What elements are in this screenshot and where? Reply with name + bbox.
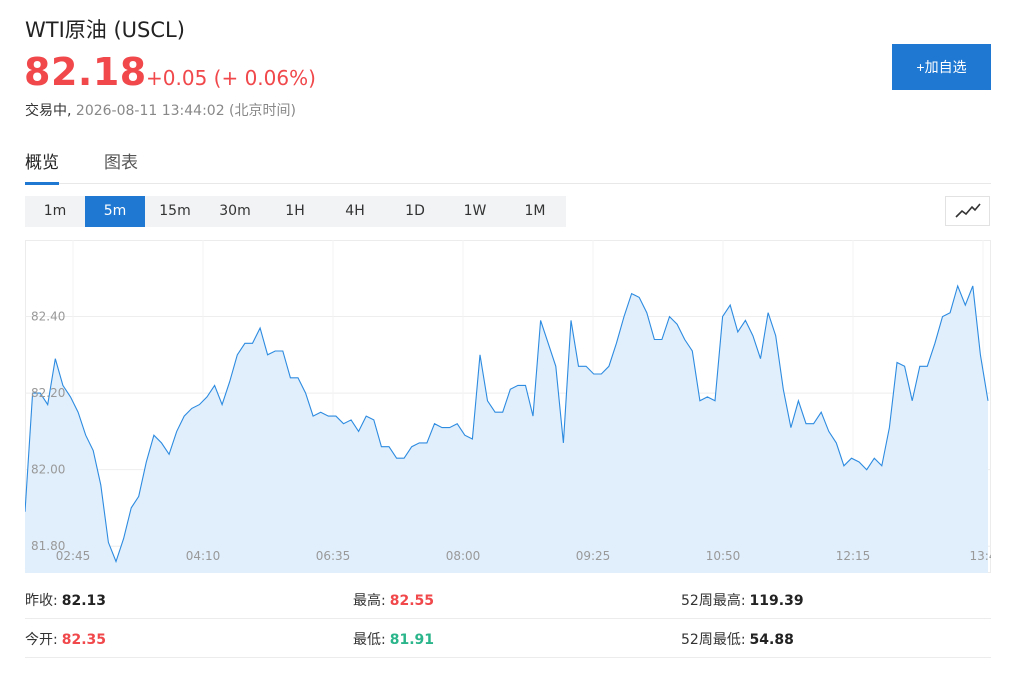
- stats-row: 昨收: 82.13 最高: 82.55 52周最高: 119.39: [25, 580, 991, 619]
- period-4h[interactable]: 4H: [325, 196, 385, 227]
- chart-type-toggle[interactable]: [945, 196, 990, 226]
- period-selector: 1m 5m 15m 30m 1H 4H 1D 1W 1M: [25, 196, 566, 227]
- x-tick-label: 12:15: [836, 549, 871, 563]
- stat-value: 82.35: [61, 632, 107, 648]
- stat-label: 52周最高:: [681, 593, 746, 609]
- x-tick-label: 04:10: [186, 549, 221, 563]
- trading-status: 交易中, 2026-08-11 13:44:02 (北京时间): [25, 100, 296, 120]
- add-watchlist-button[interactable]: +加自选: [892, 44, 991, 90]
- price-change: +0.05 (+ 0.06%): [146, 66, 316, 90]
- period-5m[interactable]: 5m: [85, 196, 145, 227]
- last-price: 82.18: [24, 50, 147, 94]
- stat-value: 119.39: [749, 593, 804, 609]
- timestamp: 2026-08-11 13:44:02 (北京时间): [75, 103, 296, 119]
- status-label: 交易中,: [25, 103, 72, 119]
- period-1mo[interactable]: 1M: [505, 196, 565, 227]
- stat-low: 最低: 81.91: [353, 629, 434, 649]
- period-1d[interactable]: 1D: [385, 196, 445, 227]
- change-value: +0.05: [146, 66, 208, 90]
- period-15m[interactable]: 15m: [145, 196, 205, 227]
- stat-high: 最高: 82.55: [353, 590, 434, 610]
- stat-value: 82.13: [61, 593, 107, 609]
- stat-52w-high: 52周最高: 119.39: [681, 590, 804, 610]
- x-tick-label: 13:4: [970, 549, 991, 563]
- stat-value: 54.88: [749, 632, 794, 648]
- change-percent: (+ 0.06%): [213, 66, 316, 90]
- period-1m[interactable]: 1m: [25, 196, 85, 227]
- tab-bar: 概览 图表: [25, 140, 991, 185]
- tab-chart[interactable]: 图表: [104, 148, 138, 182]
- stat-prev-close: 昨收: 82.13: [25, 590, 106, 610]
- stat-label: 52周最低:: [681, 632, 746, 648]
- x-tick-label: 02:45: [56, 549, 91, 563]
- y-tick-label: 82.20: [31, 386, 65, 400]
- period-30m[interactable]: 30m: [205, 196, 265, 227]
- stat-label: 昨收:: [25, 593, 58, 609]
- stat-label: 最高:: [353, 593, 386, 609]
- price-chart[interactable]: 82.4082.2082.0081.8002:45 04:10 06:35 08:00…: [25, 240, 991, 573]
- stat-label: 今开:: [25, 632, 58, 648]
- period-1h[interactable]: 1H: [265, 196, 325, 227]
- x-tick-label: 10:50: [706, 549, 741, 563]
- x-tick-label: 08:00: [446, 549, 481, 563]
- stat-label: 最低:: [353, 632, 386, 648]
- x-tick-label: 09:25: [576, 549, 611, 563]
- stat-value: 81.91: [389, 632, 435, 648]
- y-tick-label: 82.00: [31, 463, 65, 477]
- y-tick-label: 82.40: [31, 310, 65, 324]
- line-chart-icon: [954, 203, 981, 218]
- stat-value: 82.55: [389, 593, 435, 609]
- stats-panel: 昨收: 82.13 最高: 82.55 52周最高: 119.39 今开: 82.35 …: [25, 580, 991, 658]
- instrument-title: WTI原油 (USCL): [25, 18, 185, 42]
- period-1w[interactable]: 1W: [445, 196, 505, 227]
- stat-open: 今开: 82.35: [25, 629, 106, 649]
- stat-52w-low: 52周最低: 54.88: [681, 629, 794, 649]
- tab-overview[interactable]: 概览: [25, 148, 59, 185]
- x-tick-label: 06:35: [316, 549, 351, 563]
- stats-row: 今开: 82.35 最低: 81.91 52周最低: 54.88: [25, 619, 991, 658]
